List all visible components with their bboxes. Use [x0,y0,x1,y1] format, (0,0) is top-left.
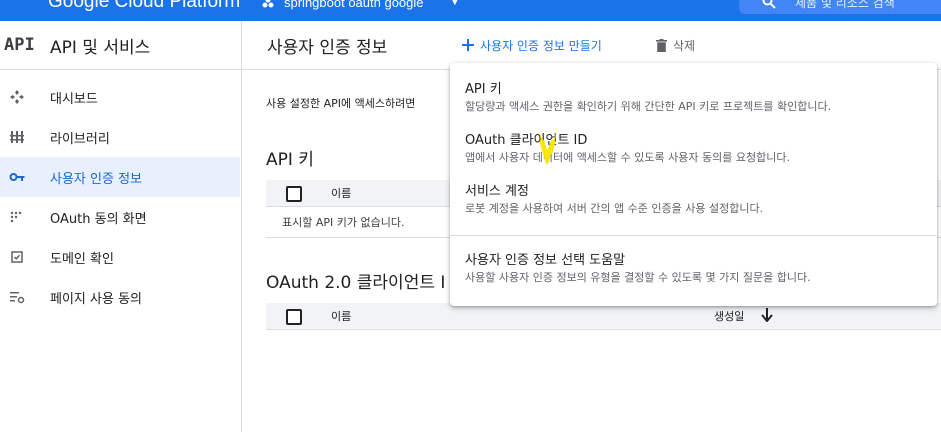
sidebar-header: API API 및 서비스 [0,21,241,70]
oauth-clients-table-header: 이름 생성일 [266,303,941,330]
create-credentials-menu: API 키 할당량과 액세스 권한을 확인하기 위해 간단한 API 키로 프로… [450,63,937,306]
brand-title[interactable]: Google Cloud Platform [48,0,240,13]
sidebar: API API 및 서비스 대시보드 라이브러리 사용자 인증 정보 OAuth… [0,21,242,432]
empty-message: 표시할 API 키가 없습니다. [282,216,405,229]
menu-item-title: 서비스 계정 [465,184,529,199]
sidebar-item-oauth-consent[interactable]: OAuth 동의 화면 [0,197,240,237]
domain-check-icon [11,251,23,263]
menu-item-title: OAuth 클라이언트 ID [465,133,588,148]
sidebar-item-label: 도메인 확인 [50,252,114,267]
menu-item-title: 사용자 인증 정보 선택 도움말 [465,253,626,268]
menu-item-description: 앱에서 사용자 데이터에 액세스할 수 있도록 사용자 동의를 요청합니다. [465,151,790,164]
sidebar-item-label: OAuth 동의 화면 [50,212,147,227]
chevron-down-icon[interactable]: ▼ [451,0,459,7]
search-placeholder: 제품 및 리소스 검색 [795,0,895,10]
page-usage-icon [10,292,25,304]
select-all-api-keys-checkbox[interactable] [286,186,302,202]
menu-item-description: 할당량과 액세스 권한을 확인하기 위해 간단한 API 키로 프로젝트를 확인… [465,100,832,113]
column-created[interactable]: 생성일 [714,308,744,324]
trash-icon [656,38,667,52]
menu-item-help-me-choose[interactable]: 사용자 인증 정보 선택 도움말 사용할 사용자 인증 정보의 유형을 결정할 … [450,249,937,289]
select-all-oauth-clients-checkbox[interactable] [286,309,302,325]
menu-item-description: 사용할 사용자 인증 정보의 유형을 결정할 수 있도록 몇 가지 질문을 합니… [465,271,811,284]
menu-item-oauth-client-id[interactable]: OAuth 클라이언트 ID 앱에서 사용자 데이터에 액세스할 수 있도록 사… [450,129,937,169]
oauth-clients-title: OAuth 2.0 클라이언트 I [266,273,446,293]
column-name[interactable]: 이름 [331,185,351,201]
key-icon [9,173,25,181]
menu-item-api-key[interactable]: API 키 할당량과 액세스 권한을 확인하기 위해 간단한 API 키로 프로… [450,78,937,118]
sidebar-item-label: 사용자 인증 정보 [50,172,142,187]
top-app-bar: Google Cloud Platform springboot oauth g… [0,0,941,21]
menu-item-title: API 키 [465,82,502,97]
library-icon [10,131,24,143]
menu-item-description: 로봇 계정을 사용하여 서버 간의 앱 수준 인증을 사용 설정합니다. [465,202,764,215]
sidebar-item-credentials[interactable]: 사용자 인증 정보 [0,157,240,197]
sidebar-item-page-usage[interactable]: 페이지 사용 동의 [0,277,240,317]
consent-screen-icon [10,211,22,223]
sidebar-item-domain-verification[interactable]: 도메인 확인 [0,237,240,277]
sidebar-item-dashboard[interactable]: 대시보드 [0,77,240,117]
api-keys-title: API 키 [266,150,314,170]
sidebar-item-label: 라이브러리 [50,132,110,147]
create-credentials-label: 사용자 인증 정보 만들기 [480,38,602,53]
search-icon[interactable] [762,0,776,9]
sidebar-title: API 및 서비스 [50,38,151,58]
plus-icon [462,39,474,51]
dashboard-icon [10,90,24,104]
page-title: 사용자 인증 정보 [267,38,388,58]
project-selector[interactable]: springboot oauth google [284,0,424,10]
delete-label: 삭제 [673,38,696,53]
create-credentials-button[interactable]: 사용자 인증 정보 만들기 [462,35,602,55]
sidebar-item-library[interactable]: 라이브러리 [0,117,240,157]
arrow-down-icon[interactable] [761,308,773,322]
api-logo: API [4,35,35,55]
sidebar-item-label: 페이지 사용 동의 [50,292,142,307]
delete-button[interactable]: 삭제 [656,35,695,55]
menu-divider [450,235,937,236]
sidebar-item-label: 대시보드 [50,92,98,107]
project-dots-icon [262,0,274,8]
column-name[interactable]: 이름 [331,308,351,324]
menu-item-service-account[interactable]: 서비스 계정 로봇 계정을 사용하여 서버 간의 앱 수준 인증을 사용 설정합… [450,180,937,220]
intro-description: 사용 설정한 API에 액세스하려면 [266,97,416,110]
